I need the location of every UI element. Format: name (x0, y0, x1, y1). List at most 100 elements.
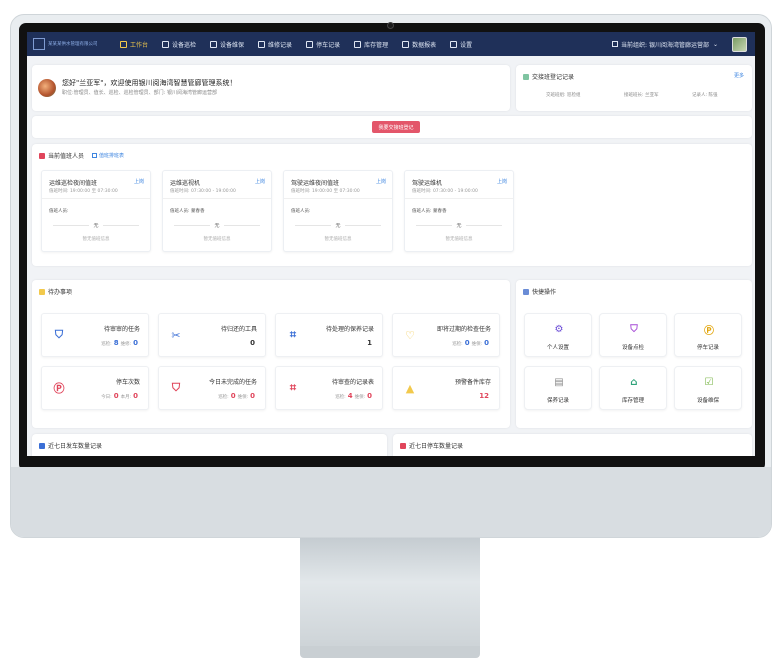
todo-item[interactable]: ✂ 待归还的工具 0 (158, 313, 266, 357)
todo-item[interactable]: ⛉ 待审审的任务 巡检: 8 维修: 0 (41, 313, 149, 357)
monitor-stand-base (300, 646, 480, 658)
nav-item-2[interactable]: 设备维保 (203, 32, 251, 56)
todo-item[interactable]: ⛉ 今日未完成的任务 巡检: 0 维保: 0 (158, 366, 266, 410)
duty-person: 值班人员: 蒙春香 (412, 209, 447, 214)
warehouse-icon: ⌂ (630, 376, 638, 388)
quick-action-button[interactable]: ▤ 保养记录 (524, 366, 592, 410)
parking-icon: Ⓟ (704, 325, 714, 337)
parking-icon: Ⓟ (53, 382, 65, 395)
app-screen: 某某某供水管理有限公司 工作台 设备巡检 设备维保 维修记录 停车记录 库存管理 数据报表设… (27, 32, 755, 456)
todo-count-value: 0 (464, 339, 470, 347)
nav-item-5[interactable]: 库存管理 (347, 32, 395, 56)
nav-item-3[interactable]: 维修记录 (251, 32, 299, 56)
todo-item[interactable]: ⌗ 待处理的保养记录 1 (275, 313, 383, 357)
todo-counts: 12 (473, 392, 491, 400)
duty-time: 值班时间: 07:30:00 - 19:00:00 (170, 189, 236, 194)
quick-title: 快捷操作 (523, 287, 556, 296)
quick-action-button[interactable]: ☑ 设备维保 (674, 366, 742, 410)
duty-card[interactable]: 驾驶运维夜间值班 上岗 值班时间: 19:00:00 至 07:30:00 值班人员:… (283, 170, 393, 252)
todo-counts: 巡检: 0 维保: 0 (452, 339, 491, 347)
nav-item-1[interactable]: 设备巡检 (155, 32, 203, 56)
todo-count-value: 12 (479, 392, 489, 400)
scan-icon: ⌗ (289, 328, 297, 341)
top-navbar: 某某某供水管理有限公司 工作台 设备巡检 设备维保 维修记录 停车记录 库存管理 数据报表 设… (27, 32, 755, 56)
welcome-subtitle: 职位:管理员、值长、巡检、巡检管理员、部门: 银川阅海湾管廊运营部 (62, 90, 217, 96)
duty-card[interactable]: 运维巡检夜间值班 上岗 值班时间: 19:00:00 至 07:30:00 值班人员:… (41, 170, 151, 252)
quick-action-label: 库存管理 (621, 398, 644, 404)
duty-shift-name: 运维巡视机 (170, 180, 201, 187)
clipboard-icon: ▤ (554, 376, 564, 388)
shift-record-card: 交接班登记记录 更多 交班班组: 巡检组 接班班长: 兰亚军 记录人: 陈强 (516, 65, 752, 111)
duty-status-badge[interactable]: 上岗 (376, 178, 386, 185)
shift-field-recorder: 记录人: 陈强 (692, 93, 718, 98)
duty-status-badge[interactable]: 上岗 (497, 178, 507, 185)
todo-counts: 今日: 0 本月: 0 (101, 392, 140, 400)
quick-action-button[interactable]: ⚙ 个人设置 (524, 313, 592, 357)
todo-count-value: 0 (230, 392, 236, 400)
quick-action-label: 停车记录 (696, 345, 719, 351)
duty-schedule-link[interactable]: 值班排班表 (99, 152, 124, 159)
inspection-icon (162, 40, 170, 48)
todo-count-label: 今日: (101, 395, 112, 400)
todo-count-value: 0 (250, 339, 255, 347)
todo-count-label: 本月: (120, 395, 132, 400)
divider (42, 198, 150, 199)
quick-action-label: 设备点检 (621, 345, 644, 351)
shift-action-bar: 我要交接班登记 (32, 116, 752, 138)
quick-action-button[interactable]: ⛉ 设备点检 (599, 313, 667, 357)
gear-icon: ⚙ (554, 323, 564, 335)
todo-item-label: 预警备件库存 (454, 379, 491, 386)
nav-item-label: 停车记录 (316, 41, 341, 49)
nav-item-6[interactable]: 数据报表 (395, 32, 443, 56)
todo-item[interactable]: ⌗ 待审查的记录表 巡检: 4 维保: 0 (275, 366, 383, 410)
duty-card[interactable]: 驾驶运维机 上岗 值班时间: 07:30:00 - 19:00:00 值班人员: 蒙春… (404, 170, 514, 252)
nav-item-0[interactable]: 工作台 (113, 32, 155, 56)
monitor-stand (300, 538, 480, 648)
app-logo[interactable]: 某某某供水管理有限公司 (33, 38, 113, 50)
todo-item[interactable]: Ⓟ 停车次数今日: 0 本月: 0 (41, 366, 149, 410)
duty-empty-text: 暂无值班信息 (445, 237, 473, 242)
warning-icon: ▲ (405, 381, 415, 395)
user-avatar[interactable] (732, 36, 747, 52)
monitor-icon (120, 40, 127, 48)
duty-card[interactable]: 运维巡视机 上岗 值班时间: 07:30:00 - 19:00:00 值班人员: 蒙春… (162, 170, 272, 252)
todo-item-label: 待归还的工具 (220, 326, 257, 333)
todo-title-text: 待办事项 (48, 289, 73, 296)
nav-item-label: 设备巡检 (172, 41, 197, 49)
quick-title-text: 快捷操作 (532, 289, 557, 296)
duty-status-badge[interactable]: 上岗 (134, 178, 144, 185)
shift-record-title: 交接班登记记录 (523, 72, 574, 81)
nav-item-label: 维修记录 (268, 41, 293, 49)
duty-status-badge[interactable]: 上岗 (255, 178, 265, 185)
shift-register-button[interactable]: 我要交接班登记 (372, 121, 420, 133)
nav-item-label: 设备维保 (220, 41, 245, 49)
todo-count-value: 0 (133, 339, 138, 347)
quick-action-button[interactable]: Ⓟ 停车记录 (674, 313, 742, 357)
gear-icon (450, 40, 458, 48)
duty-shift-name: 驾驶运维夜间值班 (291, 180, 340, 187)
shift-more-link[interactable]: 更多 (734, 72, 744, 79)
duty-empty-text: 暂无值班信息 (203, 237, 231, 242)
todo-item-label: 停车次数 (115, 379, 140, 386)
shift-field-team: 交班班组: 巡检组 (546, 93, 581, 98)
todo-count-value: 0 (250, 392, 255, 400)
chart-icon (400, 442, 406, 449)
duty-none-text: 无 (405, 222, 513, 229)
duty-none-text: 无 (163, 222, 271, 229)
org-switcher[interactable]: 当前组织: 银川阅海湾管廊运营部 ⌄ (612, 36, 747, 52)
quick-action-button[interactable]: ⌂ 库存管理 (599, 366, 667, 410)
duty-title: 当前值班人员 值班排班表 (39, 151, 124, 160)
shield-search-icon: ⛉ (171, 381, 181, 394)
chevron-down-icon: ⌄ (712, 40, 718, 48)
quick-action-label: 设备维保 (696, 398, 719, 404)
nav-item-4[interactable]: 停车记录 (299, 32, 347, 56)
todo-item[interactable]: ♡ 即将过期的检查任务 巡检: 0 维保: 0 (392, 313, 500, 357)
todo-title: 待办事项 (39, 287, 72, 296)
todo-count-label: 巡检: (335, 395, 346, 400)
todo-item[interactable]: ▲ 预警备件库存 12 (392, 366, 500, 410)
shield-icon: ⛉ (54, 328, 64, 341)
todo-icon (39, 288, 45, 295)
duty-time: 值班时间: 07:30:00 - 19:00:00 (412, 189, 478, 194)
todo-count-label: 维保: (354, 395, 366, 400)
nav-item-7[interactable]: 设置 (443, 32, 479, 56)
